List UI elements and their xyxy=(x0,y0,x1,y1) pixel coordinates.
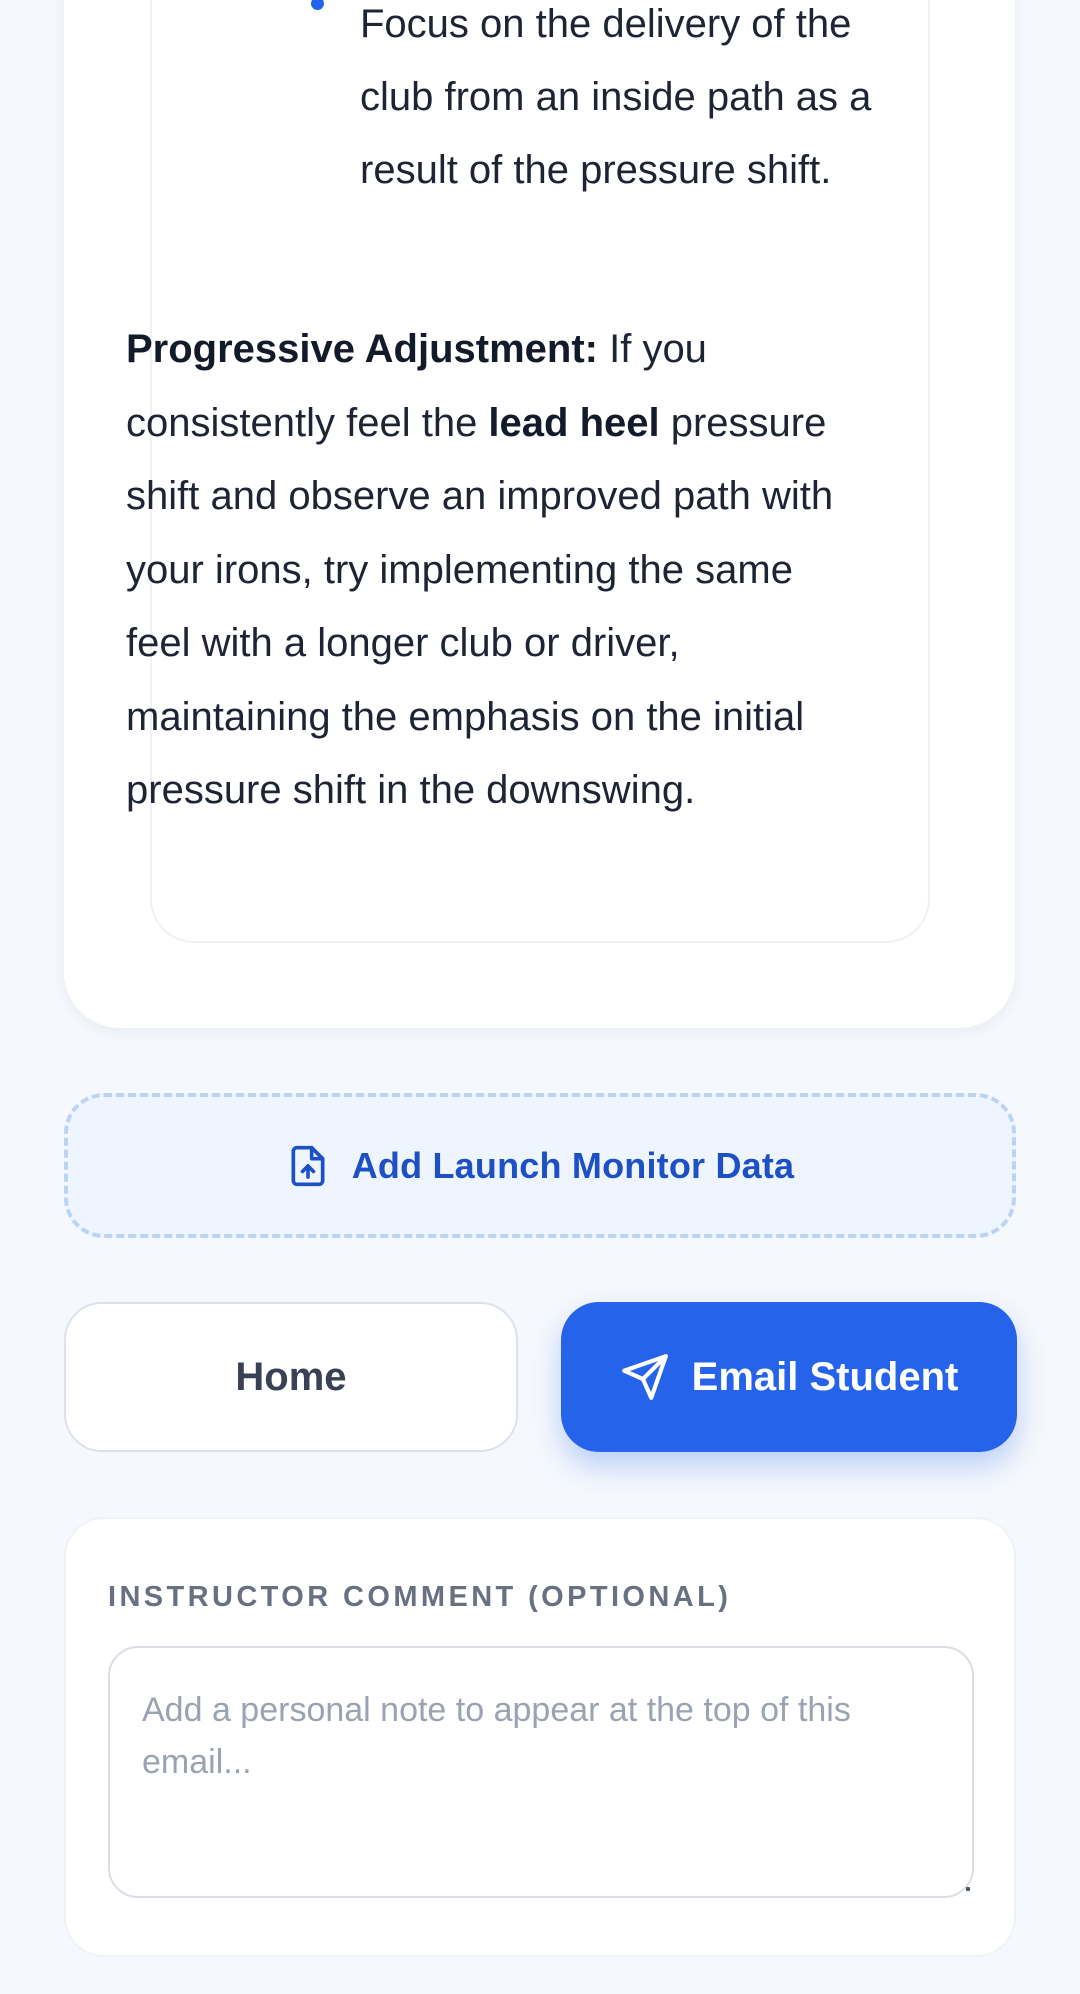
resize-handle-icon[interactable] xyxy=(966,1887,970,1891)
progressive-adjustment: Progressive Adjustment: If you consisten… xyxy=(126,313,846,828)
bullet-text: Focus on the delivery of the club from a… xyxy=(360,2,872,192)
bullet-icon xyxy=(311,0,324,10)
instructor-comment-input[interactable] xyxy=(108,1646,974,1898)
instructor-comment-label: INSTRUCTOR COMMENT (OPTIONAL) xyxy=(108,1581,732,1613)
home-button[interactable]: Home xyxy=(64,1302,518,1452)
file-upload-icon xyxy=(286,1143,330,1189)
email-student-label: Email Student xyxy=(691,1354,959,1399)
send-icon xyxy=(620,1352,670,1402)
drill-bullet-list: Focus on the delivery of the club from a… xyxy=(311,0,880,207)
progressive-text-2: pressure shift and observe an improved p… xyxy=(126,400,834,813)
instructor-comment-card: INSTRUCTOR COMMENT (OPTIONAL) xyxy=(64,1517,1016,1957)
email-student-button[interactable]: Email Student xyxy=(561,1302,1017,1452)
add-launch-monitor-label: Add Launch Monitor Data xyxy=(351,1144,795,1186)
progressive-emphasis: lead heel xyxy=(488,400,660,445)
list-item: Focus on the delivery of the club from a… xyxy=(311,0,880,207)
home-label: Home xyxy=(235,1354,347,1399)
add-launch-monitor-button[interactable]: Add Launch Monitor Data xyxy=(64,1093,1016,1238)
page: Focus on the delivery of the club from a… xyxy=(0,0,1080,1994)
progressive-heading: Progressive Adjustment: xyxy=(126,327,598,371)
